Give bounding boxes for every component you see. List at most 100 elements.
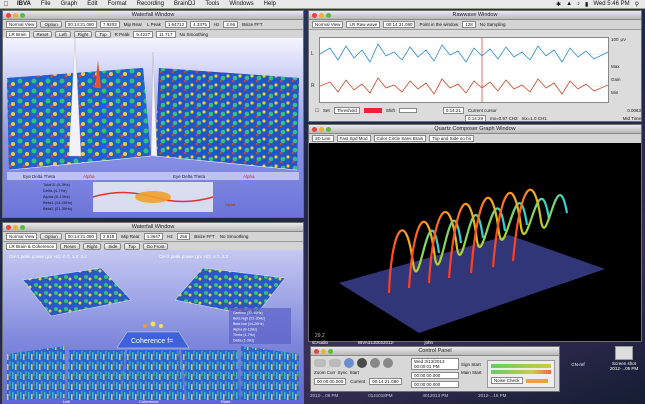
color-swatch-red[interactable] (363, 108, 382, 113)
menu-app[interactable]: IBVA (12, 1, 36, 7)
minimize-icon[interactable] (13, 224, 18, 230)
menu-edit[interactable]: Edit (82, 1, 102, 7)
channel-select[interactable]: LR Brain (6, 31, 30, 38)
file-john[interactable]: john (424, 340, 433, 345)
minimize-icon[interactable] (321, 348, 326, 354)
wifi-icon[interactable]: ▲ (566, 1, 572, 7)
apple-icon[interactable]:  (0, 1, 12, 8)
val2-field[interactable]: 00:00:00.000 (411, 381, 459, 388)
zoom-icon[interactable] (20, 224, 25, 230)
speed-select[interactable]: Fast Spd Mod (336, 135, 371, 142)
value-field[interactable]: 2.918 (99, 233, 118, 240)
view-select[interactable]: Normal View (312, 21, 344, 28)
close-icon[interactable] (6, 12, 11, 18)
zoom-icon[interactable] (326, 126, 331, 132)
minimize-icon[interactable] (319, 126, 324, 132)
minimize-icon[interactable] (319, 12, 324, 18)
set-checkbox[interactable]: ☐ (315, 108, 319, 114)
file-ibva[interactable]: IBVA3130022012- (358, 340, 394, 345)
peak-field[interactable]: 4.3647 (143, 233, 164, 240)
rawwave-svg[interactable]: L (312, 38, 609, 102)
dock-label-2[interactable]: 4012013 PM (423, 393, 449, 403)
dock-label-3[interactable]: 2012-...15 PM (478, 393, 506, 403)
rfreq-field[interactable]: 11.717 (156, 31, 176, 38)
peak-field[interactable]: 1.64712 (164, 21, 188, 28)
rpeak-field[interactable]: 5.4227 (133, 31, 154, 38)
battery-icon[interactable]: ▮ (585, 1, 588, 8)
time1-field[interactable]: 0:14:21 (442, 107, 464, 114)
go-front-button[interactable]: Go Front (142, 243, 169, 250)
sync-button[interactable] (329, 359, 341, 367)
spotlight-icon[interactable]: ⚲ (635, 1, 639, 8)
titlebar[interactable]: Waterfall Window (3, 223, 303, 232)
cn-ref-icon[interactable]: CN-ref (562, 362, 594, 367)
line-mode-select[interactable]: 2D Line (312, 135, 334, 142)
zoom-curr-button[interactable] (314, 359, 326, 367)
waterfall-svg[interactable]: Eye Delta Theta Alpha Eye Delta Theta Al… (3, 37, 303, 218)
minimize-icon[interactable] (13, 12, 18, 18)
dock-label-1[interactable]: 0141018PM (368, 393, 392, 403)
rawwave-plot[interactable]: L (312, 37, 609, 103)
reset-button[interactable]: Reset (60, 243, 80, 250)
titlebar[interactable]: Rawwave Window (309, 11, 641, 20)
sr-field[interactable]: 2.56 (223, 21, 239, 28)
volume-icon[interactable]: ♪ (577, 1, 580, 7)
value-field[interactable]: 7.9203 (99, 21, 120, 28)
titlebar[interactable]: Quartz Composer Graph Window (309, 125, 641, 134)
play-icon[interactable] (357, 358, 367, 368)
view-select[interactable]: Normal View (6, 233, 38, 240)
layout-select[interactable]: Top and Side no hit (429, 135, 474, 142)
titlebar[interactable]: Control Panel (311, 347, 559, 356)
option-button[interactable]: Option (40, 233, 62, 240)
file-scaudio[interactable]: scAudio (312, 340, 328, 345)
option-button[interactable]: Option (40, 21, 62, 28)
view-select[interactable]: Normal View (6, 21, 38, 28)
quartz-svg[interactable]: 29.2 (309, 143, 642, 342)
waterfall-3d-plot[interactable]: Eye Delta Theta Alpha Eye Delta Theta Al… (3, 37, 303, 218)
zoom-icon[interactable] (20, 12, 25, 18)
menu-tools[interactable]: Tools (200, 1, 224, 7)
coherence-3d-plot[interactable]: CH-1 peak power (µV Hz): 0.7, 1.2, 3.2 C… (3, 250, 303, 404)
menu-recording[interactable]: Recording (132, 1, 169, 7)
top-button[interactable]: Top (95, 31, 111, 38)
mode-select[interactable]: LR Raw wave (346, 21, 381, 28)
time-field[interactable]: 00:14:21.080 (64, 233, 97, 240)
time-field[interactable]: 00:14:31.080 (383, 21, 416, 28)
clock[interactable]: Wed 5:46 PM (593, 1, 629, 7)
top-button[interactable]: Top (124, 243, 140, 250)
start-time-field[interactable]: 00:00:00.000 (314, 378, 347, 385)
close-icon[interactable] (312, 12, 317, 18)
right-button[interactable]: Right (82, 243, 102, 250)
scale-value[interactable]: 100 (611, 37, 619, 42)
zoom-icon[interactable] (328, 348, 333, 354)
menu-file[interactable]: File (36, 1, 56, 7)
reset-button[interactable]: Reset (32, 31, 53, 38)
freq-field[interactable]: 4.3375 (190, 21, 210, 28)
threshold-field[interactable]: Threshold (333, 107, 360, 114)
coherence-svg[interactable]: CH-1 peak power (µV Hz): 0.7, 1.2, 3.2 C… (3, 250, 303, 404)
forward-icon[interactable] (383, 358, 393, 368)
menu-help[interactable]: Help (259, 1, 281, 7)
quartz-3d-plot[interactable]: 29.2 (309, 143, 642, 342)
titlebar[interactable]: Waterfall Window (3, 11, 303, 20)
points-field[interactable]: 128 (462, 21, 476, 28)
time-field[interactable]: 00:14:21.080 (64, 21, 97, 28)
record-icon[interactable] (344, 358, 354, 368)
menu-format[interactable]: Format (103, 1, 132, 7)
rewind-icon[interactable] (370, 358, 380, 368)
sr-field[interactable]: 256 (176, 233, 191, 240)
time2-field[interactable]: 0:14:29 (465, 115, 487, 121)
color-swatch-white[interactable] (398, 108, 417, 113)
close-icon[interactable] (6, 224, 11, 230)
menu-windows[interactable]: Windows (224, 1, 258, 7)
bluetooth-icon[interactable]: ✱ (556, 1, 561, 8)
menu-braindj[interactable]: BrainDJ (169, 1, 200, 7)
screenshot-desktop-icon[interactable]: Screen shot 2012-...05 PM (604, 346, 644, 371)
color-select[interactable]: Color Circle Sans Brain (373, 135, 427, 142)
left-button[interactable]: Left (55, 31, 71, 38)
channel-select[interactable]: LR Brain & Coherence (6, 243, 58, 250)
current-time-field[interactable]: 00:14:21.080 (369, 378, 402, 385)
side-button[interactable]: Side (104, 243, 122, 250)
right-button[interactable]: Right (73, 31, 93, 38)
val1-field[interactable]: 00:00:00.000 (411, 372, 459, 379)
